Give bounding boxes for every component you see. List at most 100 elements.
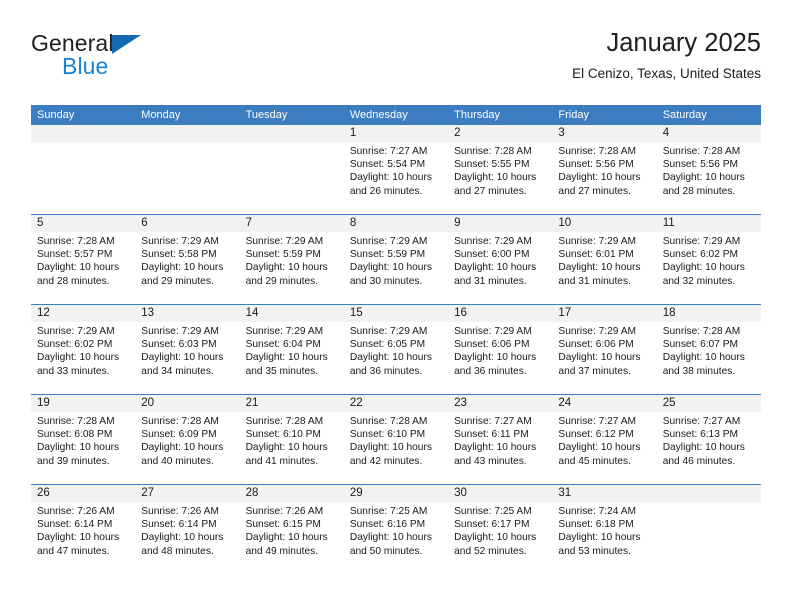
sunrise-text: Sunrise: 7:27 AM <box>558 416 636 427</box>
general-blue-logo[interactable]: General Blue <box>31 32 231 88</box>
weekday-header-sunday: Sunday <box>37 109 75 121</box>
day-cell[interactable]: Sunrise: 7:29 AM Sunset: 6:06 PM Daylight:… <box>552 322 656 394</box>
day-number[interactable]: 30 <box>448 485 552 502</box>
day-detail-row: Sunrise: 7:28 AM Sunset: 6:08 PM Daylight:… <box>31 412 761 484</box>
day-number[interactable]: 6 <box>135 215 239 232</box>
title-block: January 2025 El Cenizo, Texas, United St… <box>572 26 761 84</box>
day-cell[interactable]: Sunrise: 7:27 AM Sunset: 5:54 PM Daylight:… <box>344 142 448 214</box>
day-number[interactable]: 7 <box>240 215 344 232</box>
day-cell[interactable]: Sunrise: 7:28 AM Sunset: 5:57 PM Daylight:… <box>31 232 135 304</box>
day-number[interactable]: 17 <box>552 305 656 322</box>
day-number[interactable]: 8 <box>344 215 448 232</box>
sunset-text: Sunset: 6:10 PM <box>245 429 321 441</box>
day-cell[interactable]: Sunrise: 7:27 AM Sunset: 6:13 PM Daylight:… <box>657 412 761 484</box>
calendar-week-row: 1 2 3 4 Sunrise: 7:27 AM Sunset: 5:54 PM Dayli… <box>31 125 761 215</box>
day-cell[interactable]: Sunrise: 7:28 AM Sunset: 6:08 PM Daylight:… <box>31 412 135 484</box>
calendar-weeks: 1 2 3 4 Sunrise: 7:27 AM Sunset: 5:54 PM Dayli… <box>31 125 761 574</box>
sunset-text: Sunset: 6:04 PM <box>245 339 321 351</box>
day-number[interactable]: 21 <box>240 395 344 412</box>
day-number[interactable]: 20 <box>135 395 239 412</box>
sunset-text: Sunset: 6:06 PM <box>454 339 530 351</box>
sunrise-text: Sunrise: 7:28 AM <box>349 416 428 427</box>
day-number[interactable]: 16 <box>448 305 552 322</box>
day-number[interactable]: 5 <box>31 215 135 232</box>
day-number[interactable]: 29 <box>344 485 448 502</box>
day-cell[interactable]: Sunrise: 7:28 AM Sunset: 6:07 PM Daylight:… <box>657 322 761 394</box>
day-number[interactable]: 2 <box>448 125 552 142</box>
day-detail-row: Sunrise: 7:29 AM Sunset: 6:02 PM Daylight:… <box>31 322 761 394</box>
day-number[interactable]: 9 <box>448 215 552 232</box>
day-cell[interactable]: Sunrise: 7:26 AM Sunset: 6:14 PM Daylight:… <box>135 502 239 574</box>
daylight-text: Daylight: 10 hours and 39 minutes. <box>37 442 120 467</box>
page-title: January 2025 <box>606 29 761 57</box>
day-cell[interactable]: Sunrise: 7:28 AM Sunset: 5:55 PM Daylight:… <box>448 142 552 214</box>
day-cell[interactable]: Sunrise: 7:29 AM Sunset: 5:59 PM Daylight:… <box>240 232 344 304</box>
daylight-text: Daylight: 10 hours and 33 minutes. <box>37 352 120 377</box>
sunrise-text: Sunrise: 7:25 AM <box>349 506 428 517</box>
daylight-text: Daylight: 10 hours and 31 minutes. <box>558 262 641 287</box>
sunset-text: Sunset: 6:02 PM <box>37 339 113 351</box>
day-number[interactable]: 12 <box>31 305 135 322</box>
day-cell[interactable]: Sunrise: 7:28 AM Sunset: 5:56 PM Daylight:… <box>552 142 656 214</box>
day-cell-empty <box>240 142 344 214</box>
day-number[interactable]: 1 <box>344 125 448 142</box>
sunrise-text: Sunrise: 7:29 AM <box>662 236 741 247</box>
day-cell[interactable]: Sunrise: 7:29 AM Sunset: 6:04 PM Daylight:… <box>240 322 344 394</box>
day-number[interactable]: 23 <box>448 395 552 412</box>
day-number[interactable]: 18 <box>657 305 761 322</box>
sunset-text: Sunset: 5:56 PM <box>558 159 634 171</box>
day-cell[interactable]: Sunrise: 7:29 AM Sunset: 6:02 PM Daylight:… <box>657 232 761 304</box>
day-cell[interactable]: Sunrise: 7:28 AM Sunset: 6:10 PM Daylight:… <box>344 412 448 484</box>
day-cell[interactable]: Sunrise: 7:29 AM Sunset: 5:59 PM Daylight:… <box>344 232 448 304</box>
day-number[interactable]: 10 <box>552 215 656 232</box>
sunset-text: Sunset: 6:02 PM <box>662 249 739 261</box>
day-cell[interactable]: Sunrise: 7:29 AM Sunset: 6:01 PM Daylight:… <box>552 232 656 304</box>
day-cell[interactable]: Sunrise: 7:27 AM Sunset: 6:12 PM Daylight:… <box>552 412 656 484</box>
daylight-text: Daylight: 10 hours and 47 minutes. <box>37 532 120 557</box>
sunrise-text: Sunrise: 7:29 AM <box>349 236 428 247</box>
sunset-text: Sunset: 6:09 PM <box>141 429 217 441</box>
day-cell[interactable]: Sunrise: 7:28 AM Sunset: 6:10 PM Daylight:… <box>240 412 344 484</box>
day-cell[interactable]: Sunrise: 7:29 AM Sunset: 6:02 PM Daylight:… <box>31 322 135 394</box>
sunset-text: Sunset: 6:18 PM <box>558 519 634 531</box>
day-cell[interactable]: Sunrise: 7:25 AM Sunset: 6:17 PM Daylight:… <box>448 502 552 574</box>
day-number[interactable]: 13 <box>135 305 239 322</box>
day-number[interactable]: 25 <box>657 395 761 412</box>
location-subtitle: El Cenizo, Texas, United States <box>572 66 761 81</box>
daylight-text: Daylight: 10 hours and 27 minutes. <box>454 172 537 197</box>
day-cell[interactable]: Sunrise: 7:28 AM Sunset: 6:09 PM Daylight:… <box>135 412 239 484</box>
day-cell[interactable]: Sunrise: 7:28 AM Sunset: 5:56 PM Daylight:… <box>657 142 761 214</box>
sunrise-text: Sunrise: 7:29 AM <box>454 236 532 247</box>
day-cell[interactable]: Sunrise: 7:26 AM Sunset: 6:15 PM Daylight:… <box>240 502 344 574</box>
daylight-text: Daylight: 10 hours and 49 minutes. <box>245 532 328 557</box>
day-number[interactable]: 19 <box>31 395 135 412</box>
daylight-text: Daylight: 10 hours and 36 minutes. <box>349 352 432 377</box>
day-number[interactable]: 31 <box>552 485 656 502</box>
day-cell[interactable]: Sunrise: 7:29 AM Sunset: 6:05 PM Daylight:… <box>344 322 448 394</box>
day-number[interactable]: 4 <box>657 125 761 142</box>
sunrise-text: Sunrise: 7:26 AM <box>245 506 324 517</box>
day-number[interactable]: 28 <box>240 485 344 502</box>
sunrise-text: Sunrise: 7:26 AM <box>141 506 219 517</box>
day-number[interactable]: 26 <box>31 485 135 502</box>
day-cell-empty <box>135 142 239 214</box>
day-cell[interactable]: Sunrise: 7:26 AM Sunset: 6:14 PM Daylight:… <box>31 502 135 574</box>
day-number[interactable]: 3 <box>552 125 656 142</box>
day-cell-empty <box>657 502 761 574</box>
day-cell[interactable]: Sunrise: 7:29 AM Sunset: 5:58 PM Daylight:… <box>135 232 239 304</box>
day-cell[interactable]: Sunrise: 7:29 AM Sunset: 6:03 PM Daylight:… <box>135 322 239 394</box>
day-number[interactable]: 11 <box>657 215 761 232</box>
sunset-text: Sunset: 5:59 PM <box>349 249 426 261</box>
day-cell[interactable]: Sunrise: 7:29 AM Sunset: 6:00 PM Daylight:… <box>448 232 552 304</box>
day-number[interactable]: 15 <box>344 305 448 322</box>
day-number[interactable]: 27 <box>135 485 239 502</box>
day-cell-empty <box>31 142 135 214</box>
daylight-text: Daylight: 10 hours and 36 minutes. <box>454 352 537 377</box>
day-cell[interactable]: Sunrise: 7:29 AM Sunset: 6:06 PM Daylight:… <box>448 322 552 394</box>
day-cell[interactable]: Sunrise: 7:27 AM Sunset: 6:11 PM Daylight:… <box>448 412 552 484</box>
day-number[interactable]: 24 <box>552 395 656 412</box>
day-number[interactable]: 14 <box>240 305 344 322</box>
day-cell[interactable]: Sunrise: 7:24 AM Sunset: 6:18 PM Daylight:… <box>552 502 656 574</box>
day-cell[interactable]: Sunrise: 7:25 AM Sunset: 6:16 PM Daylight:… <box>344 502 448 574</box>
day-number[interactable]: 22 <box>344 395 448 412</box>
